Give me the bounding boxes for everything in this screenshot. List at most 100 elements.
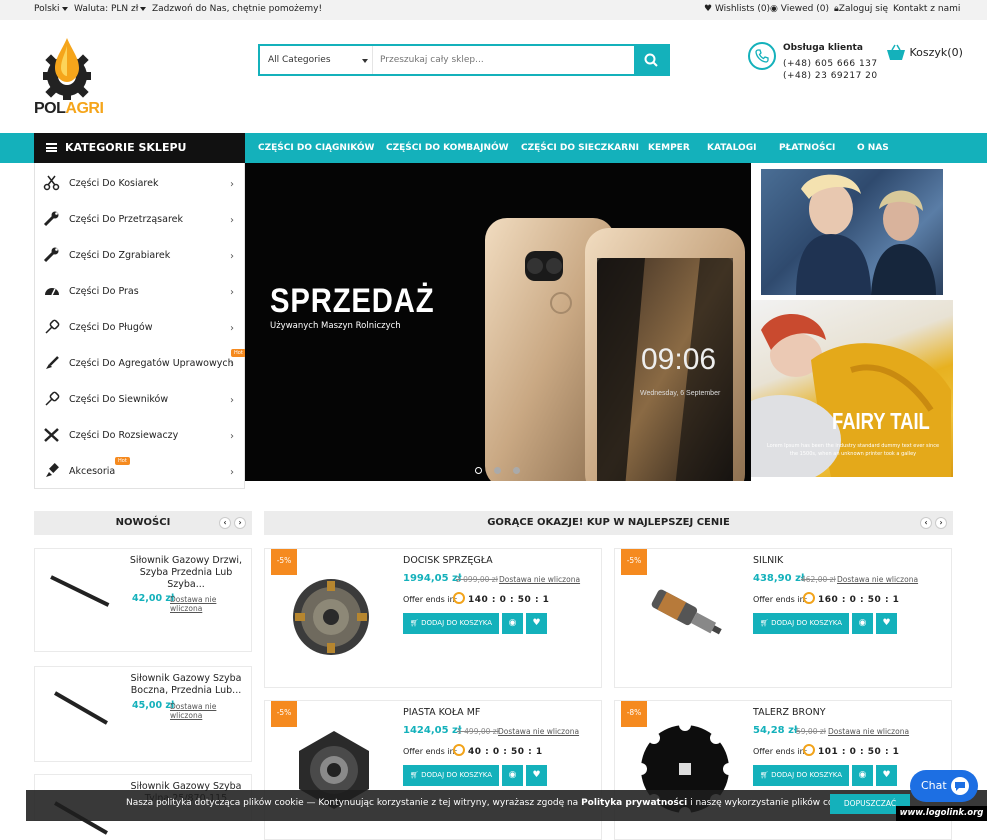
divider	[372, 46, 373, 74]
categories-menu-button[interactable]: KATEGORIE SKLEPU	[34, 133, 245, 163]
add-to-cart-button[interactable]: 🛒︎ DODAJ DO KOSZYKA	[753, 613, 849, 634]
clutch-plate-image	[293, 579, 369, 655]
next-arrow-icon[interactable]: ›	[234, 517, 246, 529]
offer-ends-label: Offer ends in:	[753, 747, 808, 756]
cart-link[interactable]: Koszyk(0)	[886, 44, 963, 62]
hot-deals-header: GORĄCE OKAZJE! KUP W NAJLEPSZEJ CENIE ‹ …	[264, 511, 953, 535]
currency-selector[interactable]: Waluta: PLN zł	[74, 4, 147, 14]
category-item[interactable]: Akcesoria › Hot	[35, 453, 244, 489]
quick-view-button[interactable]: ◉	[502, 765, 523, 786]
slider-dot-active[interactable]	[475, 467, 482, 474]
basket-icon	[887, 44, 905, 60]
logo-text: POLAGRI	[34, 100, 104, 118]
wishlist-button[interactable]: ♥	[526, 765, 547, 786]
add-to-cart-button[interactable]: 🛒︎ DODAJ DO KOSZYKA	[403, 613, 499, 634]
product-title[interactable]: Siłownik Gazowy Szyba Boczna, Przednia L…	[127, 673, 245, 697]
logo-text-pol: POL	[34, 100, 66, 117]
nav-item-platnosci[interactable]: PŁATNOŚCI	[779, 143, 835, 153]
language-selector[interactable]: Polski	[34, 4, 68, 14]
product-title[interactable]: DOCISK SPRZĘGŁA	[403, 555, 493, 566]
shipping-link[interactable]: Dostawa nie wliczona	[170, 595, 251, 613]
offer-ends-label: Offer ends in:	[403, 747, 458, 756]
slider-dot[interactable]	[494, 467, 501, 474]
category-item[interactable]: Części Do Pras ›	[35, 273, 244, 309]
prev-arrow-icon[interactable]: ‹	[920, 517, 932, 529]
deal-card[interactable]: -5% SILNIK 438,90 zł 462,00 zł Dostawa n…	[614, 548, 952, 688]
site-logo[interactable]: POLAGRI	[34, 38, 104, 120]
chat-button[interactable]: Chat	[910, 770, 978, 802]
privacy-policy-link[interactable]: Polityka prywatności	[581, 798, 687, 808]
quick-view-button[interactable]: ◉	[852, 613, 873, 634]
watermark: www.logolink.org	[896, 806, 987, 821]
search-button[interactable]	[634, 46, 668, 74]
new-products-title: NOWOŚCI	[115, 517, 171, 528]
viewed-link[interactable]: ◉ Viewed (0)	[770, 4, 829, 14]
offer-ends-label: Offer ends in:	[753, 595, 808, 604]
discount-badge: -5%	[271, 701, 297, 727]
category-item[interactable]: Części Do Przetrząsarek ›	[35, 201, 244, 237]
nav-item-katalogi[interactable]: KATALOGI	[707, 143, 756, 153]
product-title[interactable]: TALERZ BRONY	[753, 707, 826, 718]
nav-item-kemper[interactable]: KEMPER	[648, 143, 690, 153]
category-label: Części Do Pras	[69, 286, 139, 297]
nav-item-sieczkarni[interactable]: CZĘŚCI DO SIECZKARNI	[521, 143, 639, 153]
product-title[interactable]: PIASTA KOŁA MF	[403, 707, 480, 718]
wishlist-button[interactable]: ♥	[526, 613, 547, 634]
product-card[interactable]: Siłownik Gazowy Drzwi, Szyba Przednia Lu…	[34, 548, 252, 652]
wishlist-button[interactable]: ♥	[876, 613, 897, 634]
slider-dot[interactable]	[513, 467, 520, 474]
promo-banner-jewelry[interactable]	[761, 169, 943, 295]
shipping-link[interactable]: Dostawa nie wliczona	[828, 727, 909, 736]
chevron-right-icon: ›	[230, 467, 234, 478]
product-title[interactable]: SILNIK	[753, 555, 783, 566]
add-to-cart-button[interactable]: 🛒︎ DODAJ DO KOSZYKA	[753, 765, 849, 786]
contact-link[interactable]: Kontakt z nami	[893, 4, 960, 14]
category-item[interactable]: Części Do Rozsiewaczy ›	[35, 417, 244, 453]
old-price: 462,00 zł	[801, 575, 836, 584]
stopwatch-icon	[803, 744, 815, 756]
product-card[interactable]: Siłownik Gazowy Szyba Boczna, Przednia L…	[34, 666, 252, 762]
search-input[interactable]	[380, 51, 630, 69]
category-label: Części Do Pługów	[69, 322, 153, 333]
chat-label: Chat	[921, 779, 947, 792]
category-item[interactable]: Części Do Zgrabiarek ›	[35, 237, 244, 273]
old-price: 1 499,00 zł	[457, 727, 499, 736]
shipping-link[interactable]: Dostawa nie wliczona	[837, 575, 918, 584]
quick-view-button[interactable]: ◉	[852, 765, 873, 786]
chevron-down-icon	[362, 59, 368, 63]
category-item[interactable]: Części Do Pługów ›	[35, 309, 244, 345]
nav-item-ciagnikow[interactable]: CZĘŚCI DO CIĄGNIKÓW	[258, 143, 374, 153]
category-label: Części Do Rozsiewaczy	[69, 430, 179, 441]
chat-bubble-icon	[951, 777, 969, 795]
search-category-select[interactable]: All Categories	[268, 55, 331, 65]
nav-item-o-nas[interactable]: O NAS	[857, 143, 889, 153]
nav-item-kombajnow[interactable]: CZĘŚCI DO KOMBAJNÓW	[386, 143, 509, 153]
login-link[interactable]: 🔒︎Zaloguj się	[834, 4, 888, 14]
old-price: 59,00 zł	[796, 727, 826, 736]
product-title[interactable]: Siłownik Gazowy Drzwi, Szyba Przednia Lu…	[127, 555, 245, 591]
next-arrow-icon[interactable]: ›	[935, 517, 947, 529]
wishlist-link[interactable]: ♥ Wishlists (0)	[704, 4, 770, 14]
deal-card[interactable]: -5% DOCISK SPRZĘGŁA 1994,05 zł 2 099,00 …	[264, 548, 602, 688]
discount-badge: -5%	[271, 549, 297, 575]
slide-title: SPRZEDAŻ	[270, 282, 435, 320]
shipping-link[interactable]: Dostawa nie wliczona	[498, 727, 579, 736]
support-phone-2[interactable]: (+48) 23 69217 20	[783, 71, 878, 81]
wishlist-button[interactable]: ♥	[876, 765, 897, 786]
category-item[interactable]: Części Do Agregatów Uprawowych › Hot	[35, 345, 246, 381]
quick-view-button[interactable]: ◉	[502, 613, 523, 634]
cart-icon: 🛒︎	[760, 771, 769, 779]
tools-icon	[44, 428, 59, 442]
prev-arrow-icon[interactable]: ‹	[219, 517, 231, 529]
shipping-link[interactable]: Dostawa nie wliczona	[170, 702, 251, 720]
wrench-icon	[43, 211, 59, 227]
shipping-link[interactable]: Dostawa nie wliczona	[499, 575, 580, 584]
add-to-cart-button[interactable]: 🛒︎ DODAJ DO KOSZYKA	[403, 765, 499, 786]
eye-icon: ◉	[508, 618, 517, 628]
category-item[interactable]: Części Do Kosiarek ›	[35, 165, 244, 201]
login-label: Zaloguj się	[838, 4, 888, 14]
category-item[interactable]: Części Do Siewników ›	[35, 381, 244, 417]
add-to-cart-label: DODAJ DO KOSZYKA	[771, 619, 842, 627]
currency-label: Waluta: PLN zł	[74, 4, 139, 14]
support-phone-1[interactable]: (+48) 605 666 137	[783, 59, 878, 69]
